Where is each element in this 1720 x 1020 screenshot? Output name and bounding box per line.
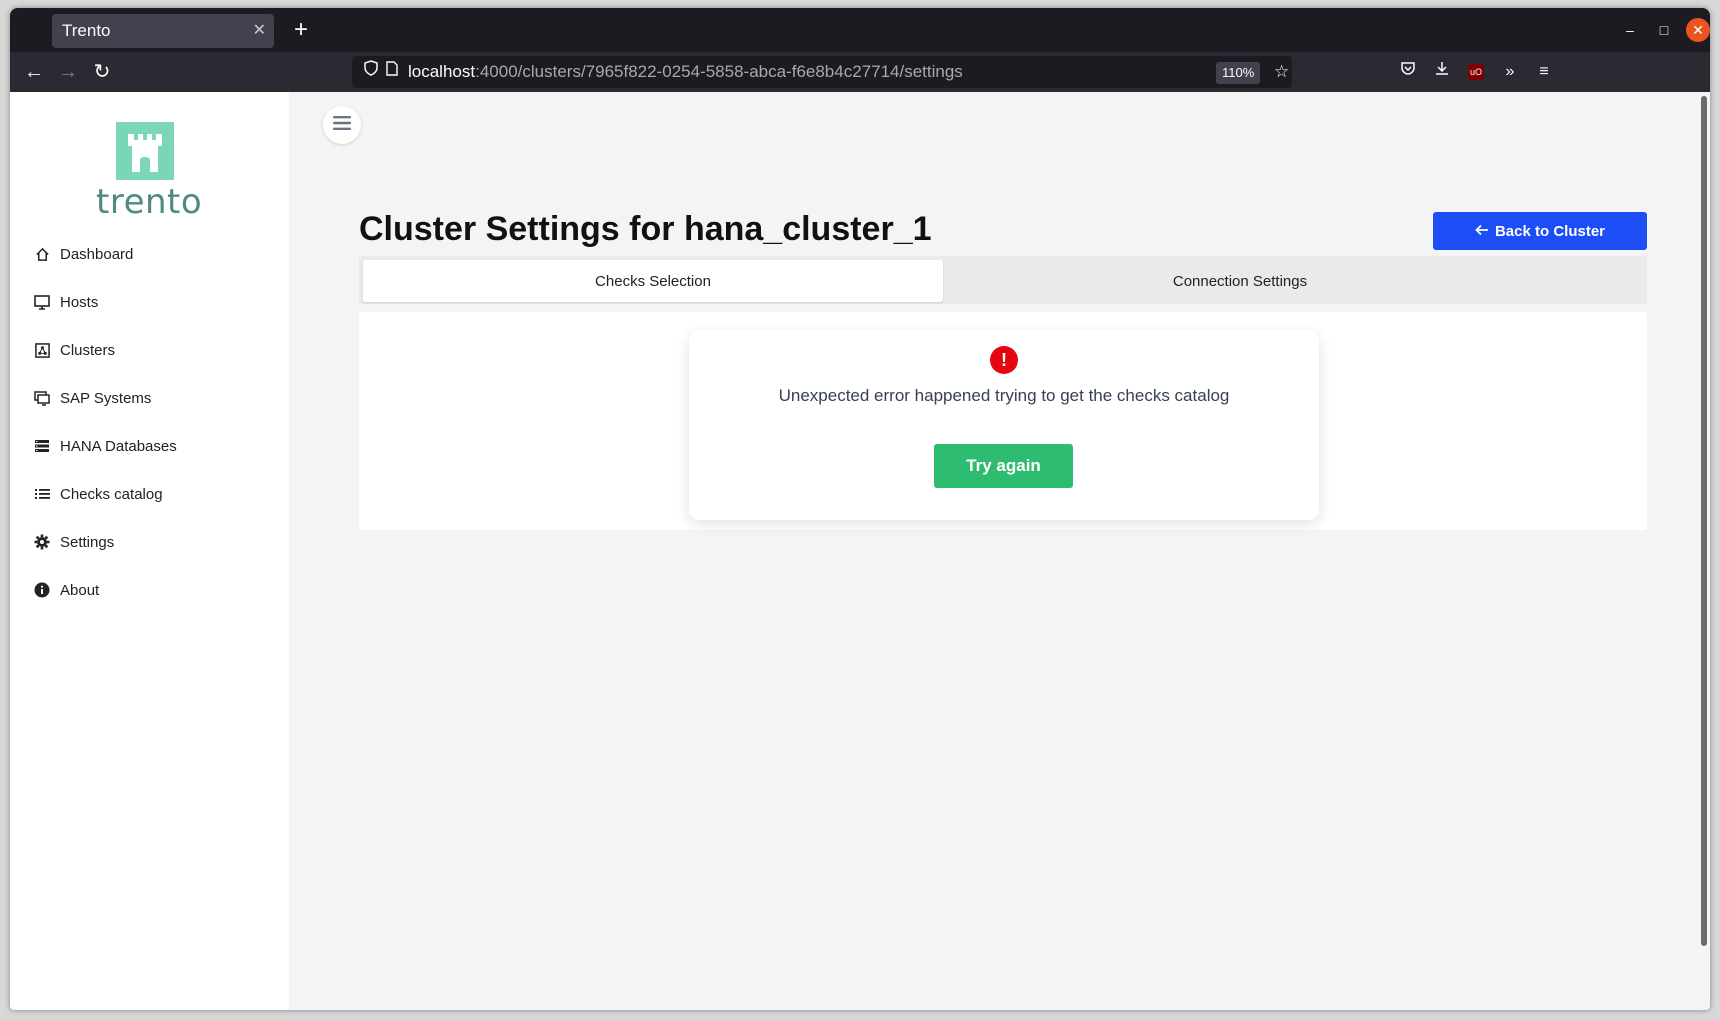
monitor-icon (34, 294, 50, 310)
sidebar-item-label: Clusters (60, 341, 116, 359)
hamburger-menu-icon[interactable]: ≡ (1532, 60, 1556, 84)
forward-arrow-icon[interactable]: → (52, 56, 84, 88)
settings-tabs: Checks Selection Connection Settings (359, 256, 1647, 304)
gear-icon (34, 534, 50, 550)
checks-selection-panel: ! Unexpected error happened trying to ge… (359, 312, 1647, 530)
bookmark-star-icon[interactable]: ☆ (1274, 56, 1289, 88)
list-icon (34, 486, 50, 502)
tab-connection-settings[interactable]: Connection Settings (947, 260, 1533, 302)
tab-strip: Trento ✕ + – □ ✕ (10, 8, 1710, 52)
scrollbar[interactable] (1696, 92, 1710, 1010)
sidebar: trento Dashboard Hosts Clusters SAP Syst… (10, 92, 289, 1010)
trento-logo[interactable]: trento (96, 122, 203, 222)
try-again-button[interactable]: Try again (934, 444, 1073, 488)
minimize-icon[interactable]: – (1618, 18, 1642, 42)
screens-icon (34, 390, 50, 406)
sidebar-item-clusters[interactable]: Clusters (34, 334, 115, 366)
castle-icon (116, 122, 174, 180)
url-host: localhost (408, 62, 476, 81)
logo-text: trento (96, 182, 203, 222)
url-path: :4000/clusters/7965f822-0254-5858-abca-f… (475, 62, 963, 81)
sidebar-item-settings[interactable]: Settings (34, 526, 114, 558)
error-message: Unexpected error happened trying to get … (778, 386, 1230, 405)
zoom-level-badge[interactable]: 110% (1216, 62, 1261, 84)
page-title: Cluster Settings for hana_cluster_1 (359, 210, 932, 249)
info-icon (34, 582, 50, 598)
exclamation-icon: ! (990, 346, 1018, 374)
scrollbar-thumb[interactable] (1701, 96, 1707, 946)
pocket-icon[interactable] (1396, 60, 1420, 84)
navigation-bar: ← → ↻ localhost:4000/clusters/7965f822-0… (10, 52, 1710, 92)
sidebar-item-sap-systems[interactable]: SAP Systems (34, 382, 151, 414)
page-title-prefix: Cluster Settings for (359, 210, 675, 248)
browser-tab-title: Trento (62, 21, 111, 40)
reload-icon[interactable]: ↻ (86, 56, 118, 88)
browser-tab[interactable]: Trento ✕ (52, 14, 274, 48)
sidebar-item-checks-catalog[interactable]: Checks catalog (34, 478, 163, 510)
extensions-overflow-icon[interactable]: » (1498, 60, 1522, 84)
back-arrow-icon[interactable]: ← (18, 56, 50, 88)
cluster-icon (34, 342, 50, 358)
sidebar-item-label: HANA Databases (60, 437, 177, 455)
url-text[interactable]: localhost:4000/clusters/7965f822-0254-58… (408, 56, 963, 88)
sidebar-item-label: Dashboard (60, 245, 134, 263)
main-area: Cluster Settings for hana_cluster_1 Back… (289, 92, 1696, 1010)
menu-icon (333, 115, 351, 135)
download-icon[interactable] (1430, 60, 1454, 84)
tab-checks-selection[interactable]: Checks Selection (363, 260, 943, 302)
sidebar-item-hana-databases[interactable]: HANA Databases (34, 430, 177, 462)
ublock-icon[interactable]: uO (1468, 64, 1484, 80)
tab-label: Connection Settings (1172, 272, 1308, 290)
sidebar-item-label: Hosts (60, 293, 99, 311)
sidebar-item-label: Settings (60, 533, 115, 551)
back-to-cluster-label: Back to Cluster (1494, 222, 1606, 240)
database-icon (34, 438, 50, 454)
shield-icon[interactable] (364, 56, 378, 88)
sidebar-item-label: Checks catalog (60, 485, 163, 503)
cluster-name: hana_cluster_1 (683, 210, 932, 248)
maximize-icon[interactable]: □ (1652, 18, 1676, 42)
home-icon (34, 246, 50, 262)
new-tab-button[interactable]: + (284, 14, 318, 48)
sidebar-item-label: SAP Systems (60, 389, 152, 407)
arrow-left-icon (1475, 223, 1489, 240)
sidebar-item-label: About (60, 581, 100, 599)
window-close-icon[interactable]: ✕ (1686, 18, 1710, 42)
sidebar-item-about[interactable]: About (34, 574, 99, 606)
page-content: trento Dashboard Hosts Clusters SAP Syst… (10, 92, 1710, 1010)
sidebar-item-hosts[interactable]: Hosts (34, 286, 98, 318)
close-tab-icon[interactable]: ✕ (253, 14, 266, 48)
url-bar[interactable]: localhost:4000/clusters/7965f822-0254-58… (352, 56, 1292, 88)
sidebar-item-dashboard[interactable]: Dashboard (34, 238, 133, 270)
page-icon (386, 56, 398, 88)
browser-window: Trento ✕ + – □ ✕ ← → ↻ localhost:4000/cl… (10, 8, 1710, 1010)
sidebar-toggle-button[interactable] (323, 106, 361, 144)
error-card: ! Unexpected error happened trying to ge… (689, 330, 1319, 520)
back-to-cluster-button[interactable]: Back to Cluster (1433, 212, 1647, 250)
tab-label: Checks Selection (595, 272, 711, 290)
